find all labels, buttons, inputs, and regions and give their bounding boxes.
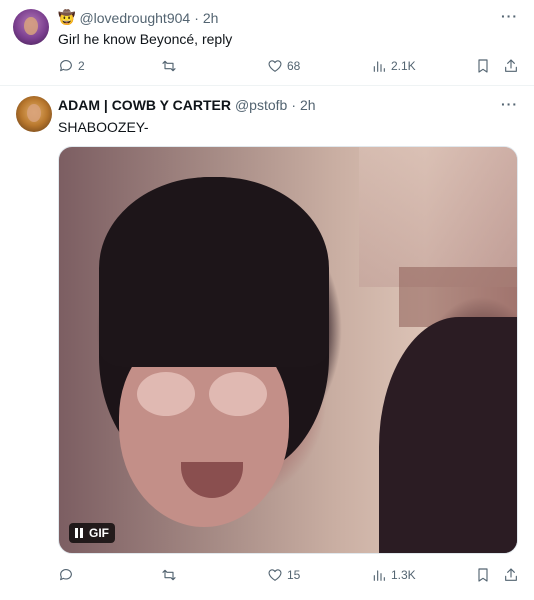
more-options-icon[interactable]: ···: [501, 8, 518, 24]
gif-badge[interactable]: GIF: [69, 523, 115, 543]
bookmark-button[interactable]: [475, 58, 491, 74]
more-options-icon[interactable]: ···: [501, 96, 518, 112]
display-name[interactable]: ADAM | COWB Y CARTER: [58, 97, 231, 113]
separator-dot: ·: [291, 97, 296, 113]
like-count: 68: [287, 59, 301, 73]
user-handle[interactable]: @lovedrought904: [79, 10, 190, 26]
like-count: 15: [287, 568, 301, 582]
reply-button[interactable]: [58, 567, 78, 583]
like-icon: [268, 569, 282, 581]
reply-count: 2: [78, 59, 85, 73]
tweet-text: Girl he know Beyoncé, reply: [58, 31, 233, 47]
bookmark-icon: [478, 59, 488, 73]
tweet-text: SHABOOZEY-: [58, 119, 149, 135]
share-button[interactable]: [503, 567, 519, 583]
share-icon: [505, 59, 517, 72]
tweet-header: 🤠 @lovedrought904 · 2h: [58, 9, 218, 26]
bookmark-icon: [478, 568, 488, 582]
action-bar: 2 68 2.1K: [58, 58, 522, 78]
avatar[interactable]: [13, 9, 49, 45]
like-button[interactable]: 15: [267, 567, 300, 583]
avatar[interactable]: [16, 96, 52, 132]
reply-button[interactable]: 2: [58, 58, 85, 74]
cowboy-emoji-icon: 🤠: [58, 9, 76, 25]
reply-icon: [60, 569, 72, 581]
retweet-button[interactable]: [161, 567, 181, 583]
views-count: 1.3K: [391, 568, 416, 582]
retweet-icon: [162, 60, 176, 72]
action-bar: 15 1.3K: [58, 567, 522, 587]
user-handle[interactable]: @pstofb: [235, 97, 287, 113]
timestamp[interactable]: 2h: [203, 10, 219, 26]
reply-icon: [60, 60, 72, 72]
bookmark-button[interactable]: [475, 567, 491, 583]
views-icon: [373, 61, 385, 72]
views-icon: [373, 570, 385, 581]
pause-icon[interactable]: [75, 528, 83, 538]
tweet-1[interactable]: 🤠 @lovedrought904 · 2h ··· Girl he know …: [0, 0, 534, 86]
views-button[interactable]: 1.3K: [371, 567, 416, 583]
retweet-button[interactable]: [161, 58, 181, 74]
tweet-2[interactable]: ADAM | COWB Y CARTER @pstofb · 2h ··· SH…: [0, 86, 534, 600]
tweet-header: ADAM | COWB Y CARTER @pstofb · 2h: [58, 97, 316, 113]
share-icon: [505, 568, 517, 581]
views-button[interactable]: 2.1K: [371, 58, 416, 74]
timestamp[interactable]: 2h: [300, 97, 316, 113]
share-button[interactable]: [503, 58, 519, 74]
like-icon: [268, 60, 282, 72]
gif-label: GIF: [89, 526, 109, 540]
views-count: 2.1K: [391, 59, 416, 73]
separator-dot: ·: [194, 9, 199, 26]
gif-media[interactable]: GIF: [58, 146, 518, 554]
like-button[interactable]: 68: [267, 58, 300, 74]
retweet-icon: [162, 569, 176, 581]
